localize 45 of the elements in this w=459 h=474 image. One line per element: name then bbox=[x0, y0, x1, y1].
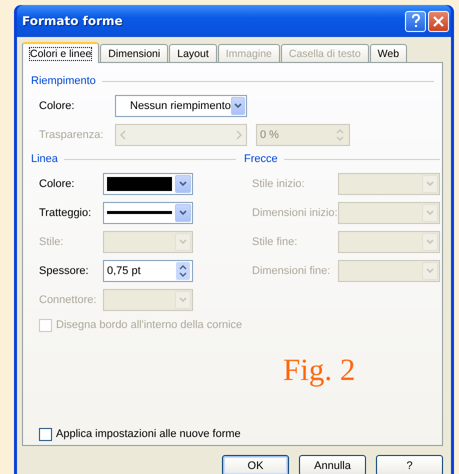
field-label: Tratteggio: bbox=[39, 206, 92, 218]
field-label: Spessore: bbox=[39, 264, 90, 276]
group-title: Frecce bbox=[244, 153, 278, 165]
chevron-down-icon bbox=[234, 102, 242, 108]
dropdown-field[interactable]: Nessun riempimento bbox=[115, 94, 247, 116]
tab[interactable]: Colori e linee bbox=[22, 42, 100, 63]
group-title: Linea bbox=[31, 153, 58, 165]
field-label: Stile fine: bbox=[252, 236, 298, 248]
checkbox[interactable] bbox=[39, 428, 52, 440]
checkbox-label: Disegna bordo all'interno della cornice bbox=[56, 319, 244, 331]
question-mark-icon bbox=[410, 14, 420, 28]
figure-caption: Fig. 2 bbox=[283, 352, 356, 388]
help-button[interactable] bbox=[405, 10, 426, 32]
chevron-down-icon bbox=[179, 210, 187, 216]
close-icon bbox=[433, 16, 444, 26]
chevron-down-icon bbox=[179, 238, 187, 244]
spin-arrows-icon[interactable] bbox=[176, 262, 190, 280]
dialog-button[interactable]: Annulla bbox=[299, 455, 366, 474]
field-label: Colore: bbox=[39, 178, 76, 190]
tab[interactable]: Dimensioni bbox=[100, 44, 168, 62]
field-label: Connettore: bbox=[39, 294, 98, 306]
field-label: Stile: bbox=[39, 236, 64, 248]
window-title: Formato forme bbox=[22, 14, 124, 28]
line-sample bbox=[107, 211, 172, 214]
field-label: Stile inizio: bbox=[252, 178, 306, 190]
chevron-down-icon bbox=[179, 180, 187, 186]
dialog-button[interactable]: OK bbox=[222, 455, 289, 474]
group-title: Riempimento bbox=[31, 75, 96, 87]
chevron-down-icon bbox=[426, 268, 434, 274]
tab[interactable]: Web bbox=[370, 44, 408, 62]
dropdown-field[interactable] bbox=[103, 202, 193, 224]
checkbox-label: Applica impostazioni alle nuove forme bbox=[56, 428, 242, 440]
close-button[interactable] bbox=[428, 10, 449, 32]
chevron-down-icon bbox=[426, 238, 434, 244]
chevron-down-icon bbox=[179, 296, 187, 302]
spin-field[interactable]: 0,75 pt bbox=[103, 260, 193, 282]
field-label: Trasparenza: bbox=[39, 128, 104, 140]
field-label: Colore: bbox=[39, 100, 76, 112]
tab[interactable]: Layout bbox=[169, 44, 217, 62]
field-label: Dimensioni inizio: bbox=[252, 206, 338, 218]
chevron-down-icon bbox=[426, 180, 434, 186]
chevron-down-icon bbox=[426, 210, 434, 216]
dropdown-field[interactable] bbox=[103, 172, 193, 194]
field-label: Dimensioni fine: bbox=[252, 264, 332, 276]
dialog-button[interactable]: ? bbox=[376, 455, 443, 474]
